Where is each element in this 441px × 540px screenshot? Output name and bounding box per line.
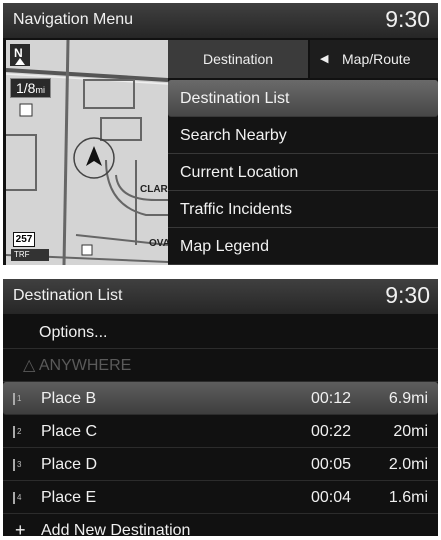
list-item[interactable]: 1 Place B 00:12 6.9mi (3, 382, 438, 415)
route-shield: 257 (13, 232, 35, 247)
svg-text:N: N (14, 46, 23, 60)
tab-destination[interactable]: Destination (168, 40, 308, 78)
menu-item-search-nearby[interactable]: Search Nearby (168, 117, 438, 154)
screen-title: Navigation Menu (13, 11, 134, 28)
destination-list: Options... △ ANYWHERE 1 Place B 00:12 6.… (3, 316, 438, 536)
place-distance: 6.9mi (388, 390, 428, 407)
destination-list-screen: Destination List 9:30 Options... △ ANYWH… (3, 279, 438, 536)
street-label: CLAR (140, 184, 168, 195)
options-button[interactable]: Options... (3, 316, 438, 349)
map-scale: 1/8mi (10, 78, 51, 98)
place-time: 00:05 (311, 456, 352, 473)
waypoint-number-icon: 3 (13, 459, 25, 471)
traffic-badge: TRF (11, 249, 49, 261)
tab-map-route[interactable]: ◀ Map/Route (310, 40, 438, 78)
place-time: 00:12 (311, 390, 352, 407)
place-distance: 1.6mi (388, 489, 428, 506)
place-name: Place C (41, 423, 98, 440)
place-distance: 20mi (393, 423, 428, 440)
menu-item-current-location[interactable]: Current Location (168, 154, 438, 191)
clock: 9:30 (385, 282, 430, 308)
options-label: Options... (39, 324, 108, 341)
waypoint-number-icon: 2 (13, 426, 25, 438)
menu-item-map-legend[interactable]: Map Legend (168, 228, 438, 265)
list-item[interactable]: 3 Place D 00:05 2.0mi (3, 448, 438, 481)
plus-icon: + (15, 520, 26, 536)
title-bar: Navigation Menu 9:30 (3, 3, 438, 38)
destination-menu: Destination List Search Nearby Current L… (168, 80, 438, 265)
tab-map-route-label: Map/Route (342, 51, 411, 67)
anywhere-row: △ ANYWHERE (3, 349, 438, 382)
title-bar: Destination List 9:30 (3, 279, 438, 314)
place-distance: 2.0mi (388, 456, 428, 473)
map-scale-value: 1/8 (16, 80, 36, 96)
place-name: Place B (41, 390, 97, 407)
clock: 9:30 (385, 6, 430, 32)
map-scale-unit: mi (35, 85, 45, 95)
anywhere-label: △ ANYWHERE (23, 357, 132, 374)
menu-tabs: Destination ◀ Map/Route (168, 40, 438, 78)
menu-item-traffic-incidents[interactable]: Traffic Incidents (168, 191, 438, 228)
list-item[interactable]: 2 Place C 00:22 20mi (3, 415, 438, 448)
anywhere-text: ANYWHERE (38, 357, 132, 374)
menu-item-destination-list[interactable]: Destination List (168, 80, 438, 117)
add-destination-button[interactable]: + Add New Destination (3, 514, 438, 536)
waypoint-number-icon: 1 (13, 393, 25, 405)
place-name: Place E (41, 489, 97, 506)
map-view[interactable]: N 1/8mi CLAR OVA 257 TRF (6, 40, 168, 265)
navigation-menu-screen: Navigation Menu 9:30 N 1/8mi CLAR OVA 25… (3, 3, 438, 265)
add-destination-label: Add New Destination (41, 522, 191, 536)
arrow-left-icon: ◀ (320, 53, 329, 65)
list-item[interactable]: 4 Place E 00:04 1.6mi (3, 481, 438, 514)
waypoint-number-icon: 4 (13, 492, 25, 504)
place-time: 00:22 (311, 423, 352, 440)
place-name: Place D (41, 456, 98, 473)
screen-title: Destination List (13, 287, 123, 304)
street-label: OVA (149, 238, 168, 249)
place-time: 00:04 (311, 489, 352, 506)
